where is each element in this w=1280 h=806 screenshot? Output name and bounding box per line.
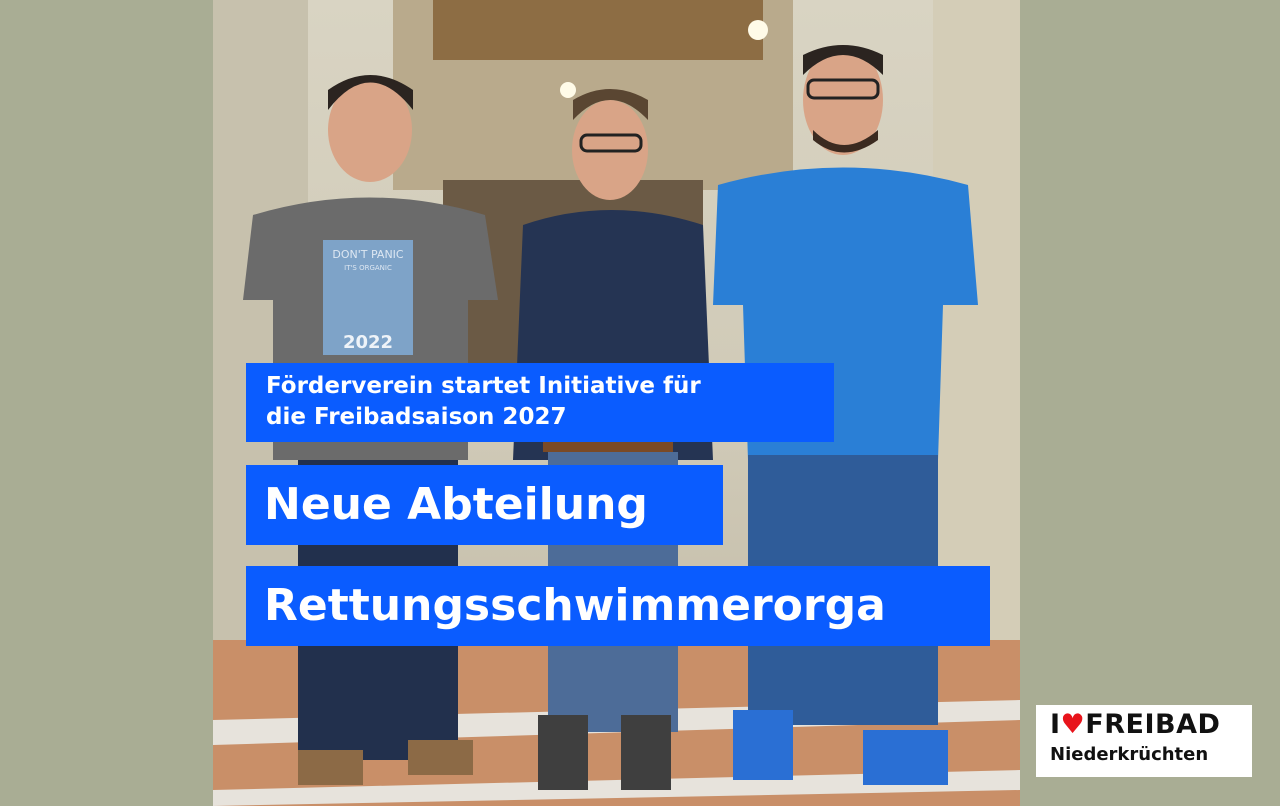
heart-icon: ♥ <box>1060 709 1086 740</box>
freibad-logo: I♥FREIBAD Niederkrüchten <box>1036 705 1252 777</box>
logo-i: I <box>1050 709 1061 740</box>
shirt-print-line2: IT'S ORGANIC <box>344 264 392 272</box>
shirt-print-line1: DON'T PANIC <box>332 248 404 261</box>
ceiling-light <box>560 82 576 98</box>
headline-line-1: Neue Abteilung <box>264 479 648 530</box>
shirt-print-year: 2022 <box>343 332 393 353</box>
logo-brand: FREIBAD <box>1085 709 1221 740</box>
headline-banner-2: Rettungsschwimmerorga <box>246 566 990 646</box>
subheadline-line-1: Förderverein startet Initiative für <box>266 373 701 399</box>
wood-ceiling <box>433 0 763 60</box>
subheadline-banner: Förderverein startet Initiative für die … <box>246 363 834 442</box>
subheadline-line-2: die Freibadsaison 2027 <box>266 404 567 430</box>
logo-place: Niederkrüchten <box>1050 744 1209 765</box>
ceiling-light <box>748 20 768 40</box>
logo-top-line: I♥FREIBAD <box>1050 708 1252 742</box>
headline-line-2: Rettungsschwimmerorga <box>264 580 886 631</box>
headline-banner-1: Neue Abteilung <box>246 465 723 545</box>
